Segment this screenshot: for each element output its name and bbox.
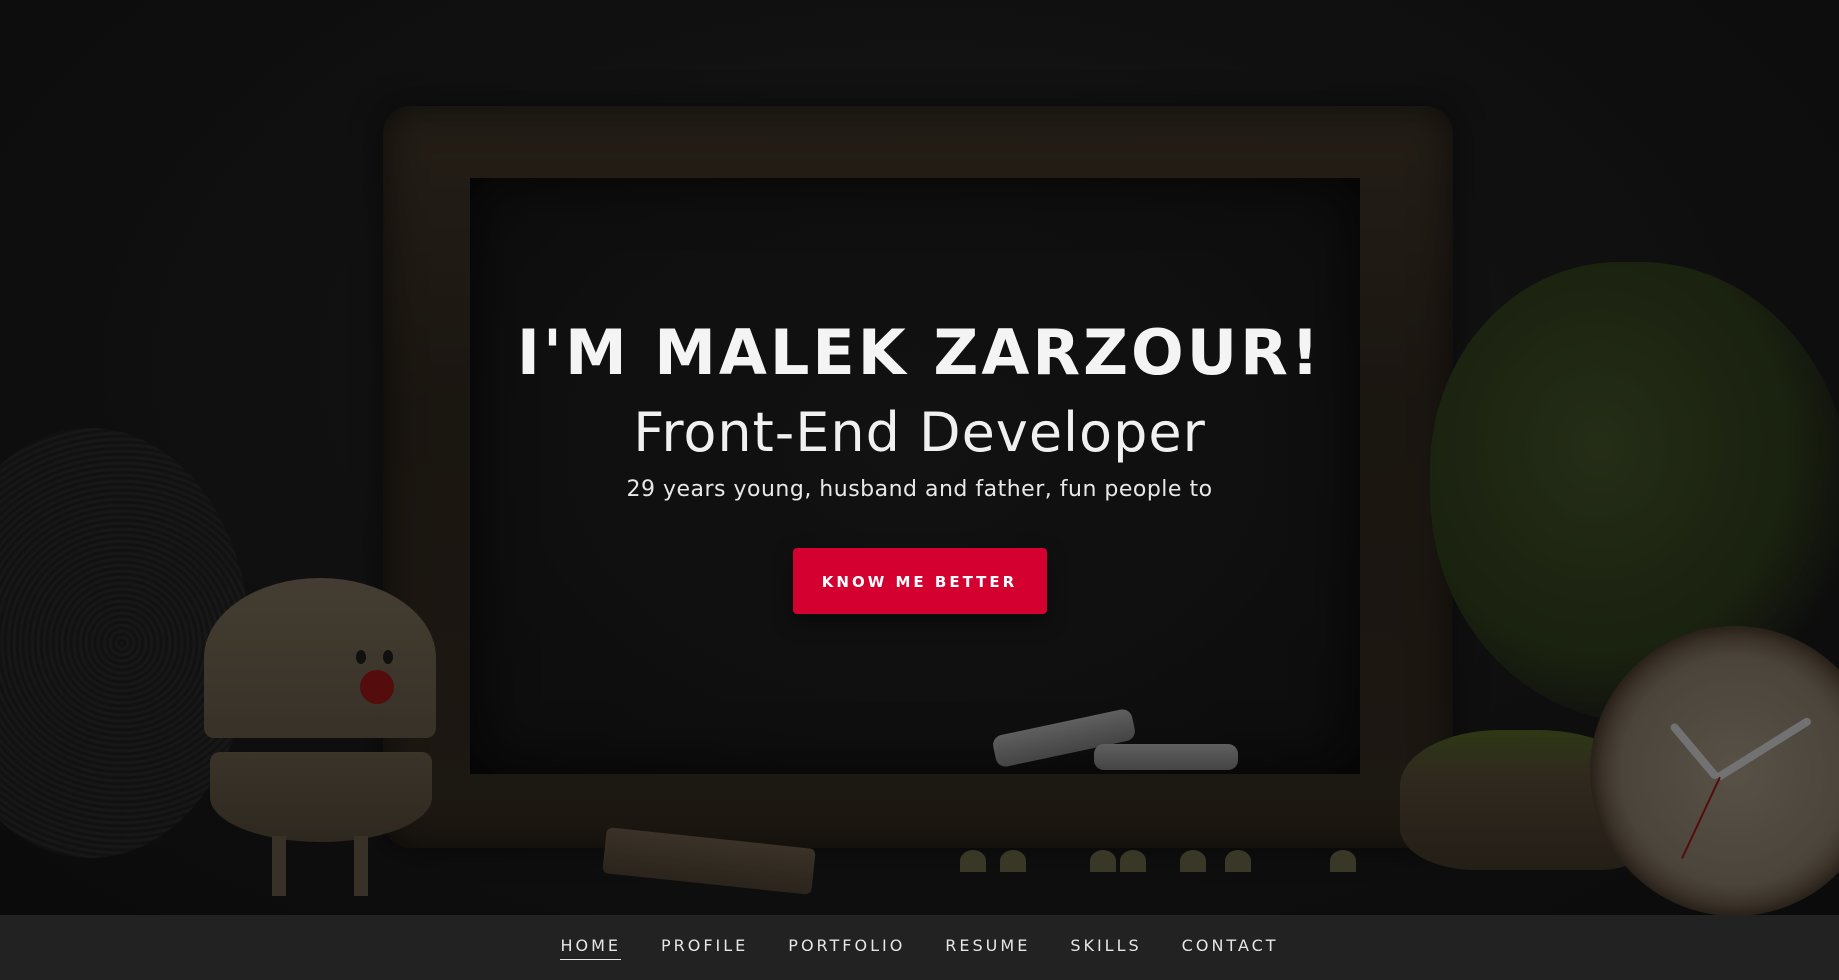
nav-item-home[interactable]: HOME	[560, 936, 621, 960]
nav-list: HOME PROFILE PORTFOLIO RESUME SKILLS CON…	[0, 915, 1839, 980]
bottom-navigation: HOME PROFILE PORTFOLIO RESUME SKILLS CON…	[0, 915, 1839, 980]
nav-item-portfolio[interactable]: PORTFOLIO	[788, 936, 905, 959]
hero-tagline: 29 years young, husband and father, fun …	[626, 477, 1213, 502]
nav-item-resume[interactable]: RESUME	[945, 936, 1030, 959]
hero-subtitle: Front-End Developer	[633, 401, 1206, 464]
hero-title: I'M MALEK ZARZOUR!	[516, 316, 1323, 389]
know-me-better-button[interactable]: KNOW ME BETTER	[792, 548, 1047, 614]
hero-section: I'M MALEK ZARZOUR! Front-End Developer 2…	[0, 0, 1839, 915]
nav-item-contact[interactable]: CONTACT	[1182, 936, 1279, 959]
hero-content: I'M MALEK ZARZOUR! Front-End Developer 2…	[0, 310, 1839, 614]
nav-item-profile[interactable]: PROFILE	[661, 936, 748, 959]
nav-item-skills[interactable]: SKILLS	[1070, 936, 1141, 959]
